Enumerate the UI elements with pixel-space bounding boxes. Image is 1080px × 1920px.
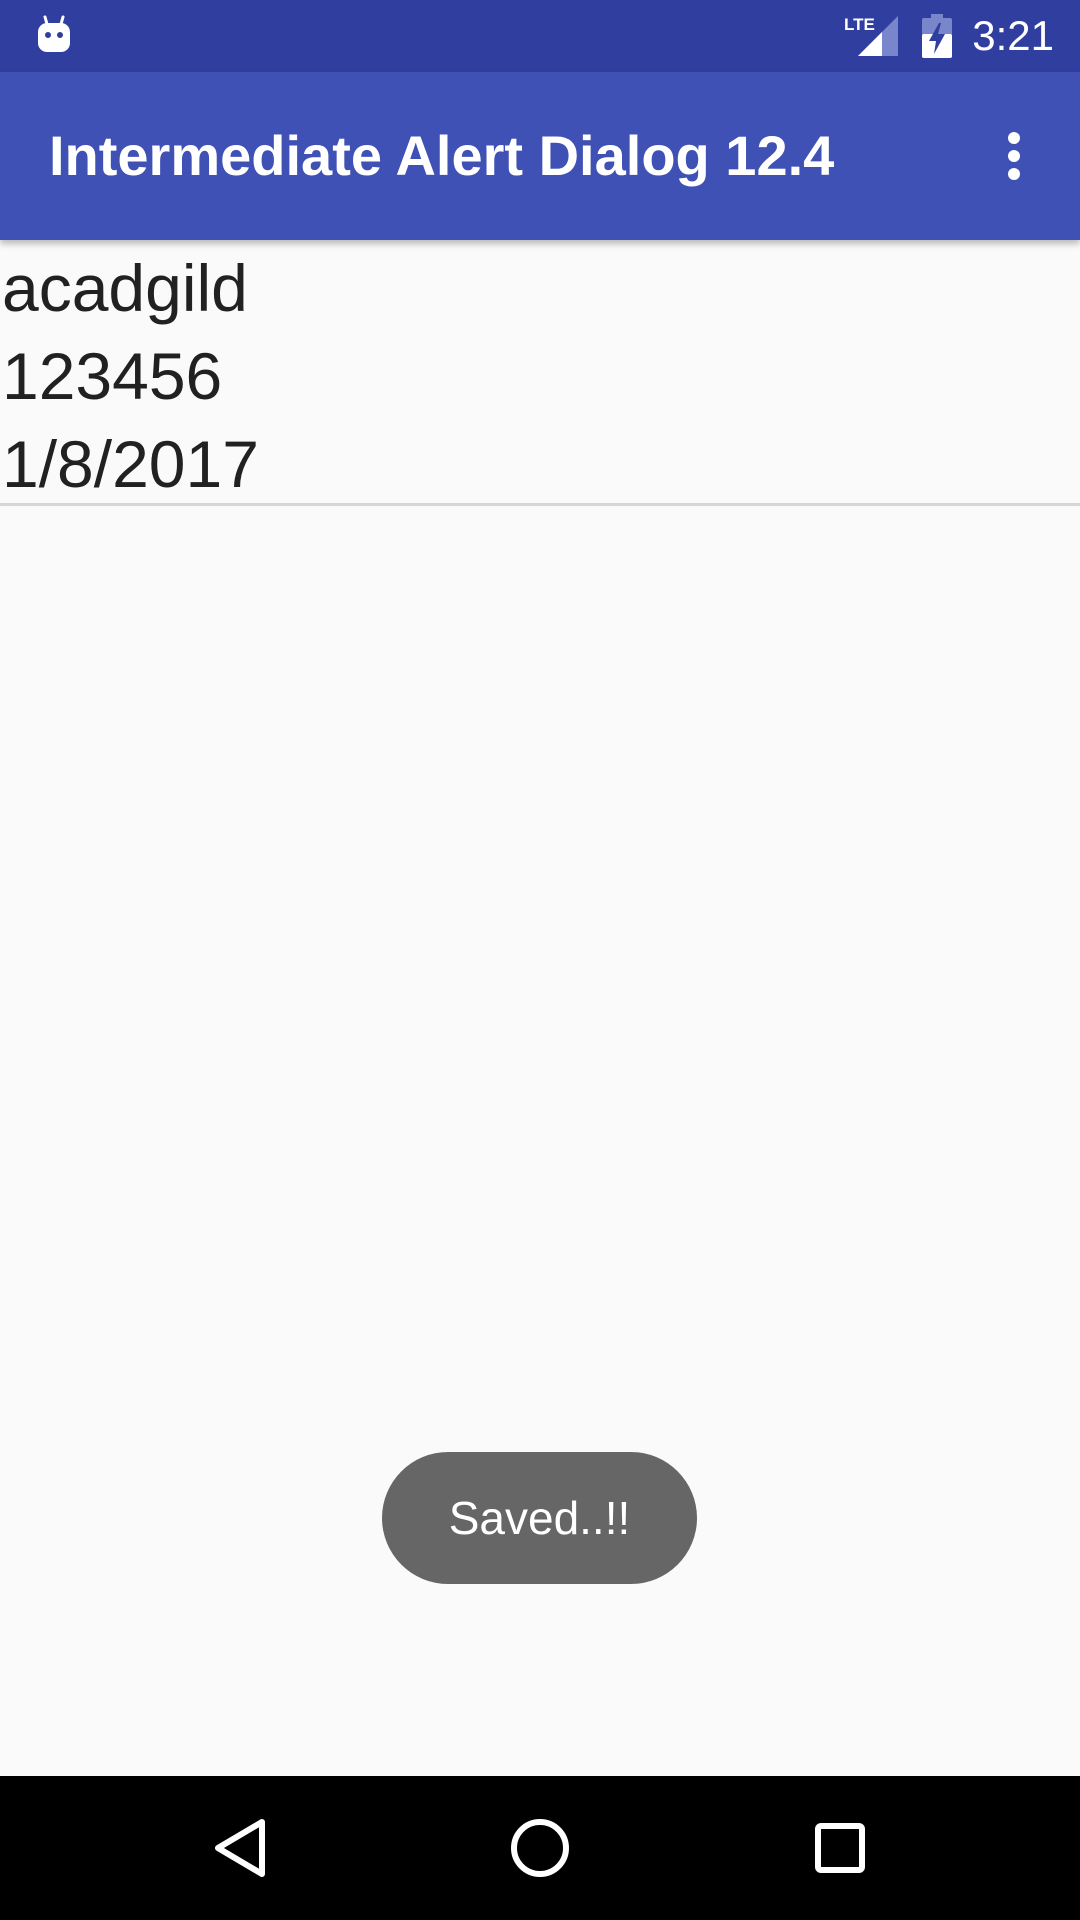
recents-icon — [815, 1823, 865, 1873]
back-icon — [215, 1819, 265, 1877]
date-text: 1/8/2017 — [2, 427, 259, 501]
navigation-bar — [0, 1776, 1080, 1920]
battery-charging-icon — [922, 14, 952, 58]
divider — [0, 503, 1080, 506]
toast-message: Saved..!! — [382, 1452, 697, 1584]
overflow-menu-button[interactable] — [990, 120, 1038, 192]
back-button[interactable] — [184, 1792, 296, 1904]
lte-signal-icon: LTE — [842, 14, 900, 56]
app-bar: Intermediate Alert Dialog 12.4 — [0, 72, 1080, 240]
page-title: Intermediate Alert Dialog 12.4 — [49, 124, 835, 187]
home-button[interactable] — [484, 1792, 596, 1904]
status-time: 3:21 — [972, 12, 1054, 59]
saved-data-list: acadgild 123456 1/8/2017 — [0, 240, 1080, 508]
username-text: acadgild — [2, 251, 248, 325]
android-icon — [36, 14, 72, 54]
recents-button[interactable] — [784, 1792, 896, 1904]
more-vert-icon — [1008, 132, 1020, 180]
status-bar: LTE 3:21 — [0, 0, 1080, 72]
network-type-label: LTE — [844, 15, 875, 34]
password-text: 123456 — [2, 339, 223, 413]
home-icon — [511, 1819, 569, 1877]
overflow-menu-icon[interactable] — [990, 192, 1038, 264]
